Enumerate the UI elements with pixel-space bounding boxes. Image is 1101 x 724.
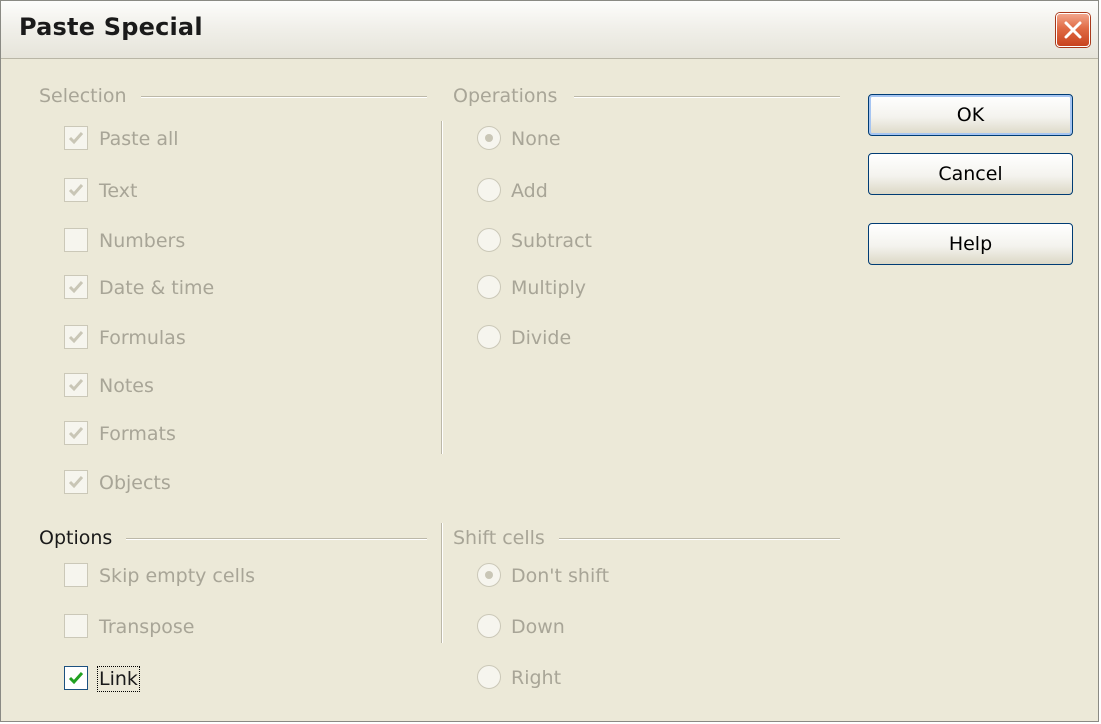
- notes-checkbox[interactable]: [64, 373, 88, 397]
- link-label: Link: [97, 666, 140, 692]
- subtract-radio[interactable]: [477, 228, 501, 252]
- checkmark-icon: [68, 132, 84, 145]
- formats-checkbox[interactable]: [64, 421, 88, 445]
- selection-separator: [141, 96, 427, 98]
- shift-cells-separator: [559, 538, 840, 540]
- checkmark-icon: [68, 379, 84, 392]
- column-separator-top: [441, 121, 443, 454]
- title-bar[interactable]: Paste Special: [1, 1, 1098, 59]
- selection-heading: Selection: [39, 85, 127, 107]
- checkmark-icon: [68, 331, 84, 344]
- dialog-title: Paste Special: [19, 13, 203, 41]
- subtract-label: Subtract: [511, 230, 592, 252]
- options-separator: [126, 538, 427, 540]
- checkmark-icon: [68, 184, 84, 197]
- none-label: None: [511, 128, 561, 150]
- add-radio[interactable]: [477, 178, 501, 202]
- divide-radio[interactable]: [477, 325, 501, 349]
- transpose-checkbox[interactable]: [64, 614, 88, 638]
- checkmark-icon: [68, 427, 84, 440]
- link-checkbox[interactable]: [64, 666, 88, 690]
- checkmark-icon: [68, 281, 84, 294]
- text-checkbox[interactable]: [64, 178, 88, 202]
- multiply-radio[interactable]: [477, 275, 501, 299]
- down-label: Down: [511, 616, 565, 638]
- objects-checkbox[interactable]: [64, 470, 88, 494]
- help-button[interactable]: Help: [868, 223, 1073, 265]
- numbers-label: Numbers: [99, 230, 186, 252]
- ok-button[interactable]: OK: [868, 94, 1073, 136]
- text-label: Text: [99, 180, 138, 202]
- dialog-body: Selection Paste all Text Numbers Date & …: [13, 65, 1088, 715]
- dont-shift-radio[interactable]: [477, 563, 501, 587]
- operations-heading: Operations: [453, 85, 558, 107]
- cancel-button[interactable]: Cancel: [868, 153, 1073, 195]
- radio-dot: [485, 571, 493, 579]
- skip-empty-cells-label: Skip empty cells: [99, 565, 256, 587]
- divide-label: Divide: [511, 327, 572, 349]
- multiply-label: Multiply: [511, 277, 587, 299]
- shift-cells-heading: Shift cells: [453, 527, 545, 549]
- paste-special-dialog: Paste Special Selection Paste all Text N…: [0, 0, 1099, 722]
- formats-label: Formats: [99, 423, 176, 445]
- close-icon: [1064, 21, 1082, 39]
- date-time-label: Date & time: [99, 277, 215, 299]
- add-label: Add: [511, 180, 548, 202]
- dont-shift-label: Don't shift: [511, 565, 610, 587]
- objects-label: Objects: [99, 472, 171, 494]
- close-button[interactable]: [1056, 13, 1090, 47]
- transpose-label: Transpose: [99, 616, 195, 638]
- formulas-label: Formulas: [99, 327, 186, 349]
- right-label: Right: [511, 667, 562, 689]
- options-heading: Options: [39, 527, 113, 549]
- down-radio[interactable]: [477, 614, 501, 638]
- checkmark-icon: [68, 672, 84, 685]
- column-separator-bottom: [441, 523, 443, 643]
- skip-empty-cells-checkbox[interactable]: [64, 563, 88, 587]
- checkmark-icon: [68, 476, 84, 489]
- right-radio[interactable]: [477, 665, 501, 689]
- operations-separator: [574, 96, 840, 98]
- formulas-checkbox[interactable]: [64, 325, 88, 349]
- radio-dot: [485, 134, 493, 142]
- notes-label: Notes: [99, 375, 154, 397]
- none-radio[interactable]: [477, 126, 501, 150]
- paste-all-checkbox[interactable]: [64, 126, 88, 150]
- numbers-checkbox[interactable]: [64, 228, 88, 252]
- date-time-checkbox[interactable]: [64, 275, 88, 299]
- paste-all-label: Paste all: [99, 128, 179, 150]
